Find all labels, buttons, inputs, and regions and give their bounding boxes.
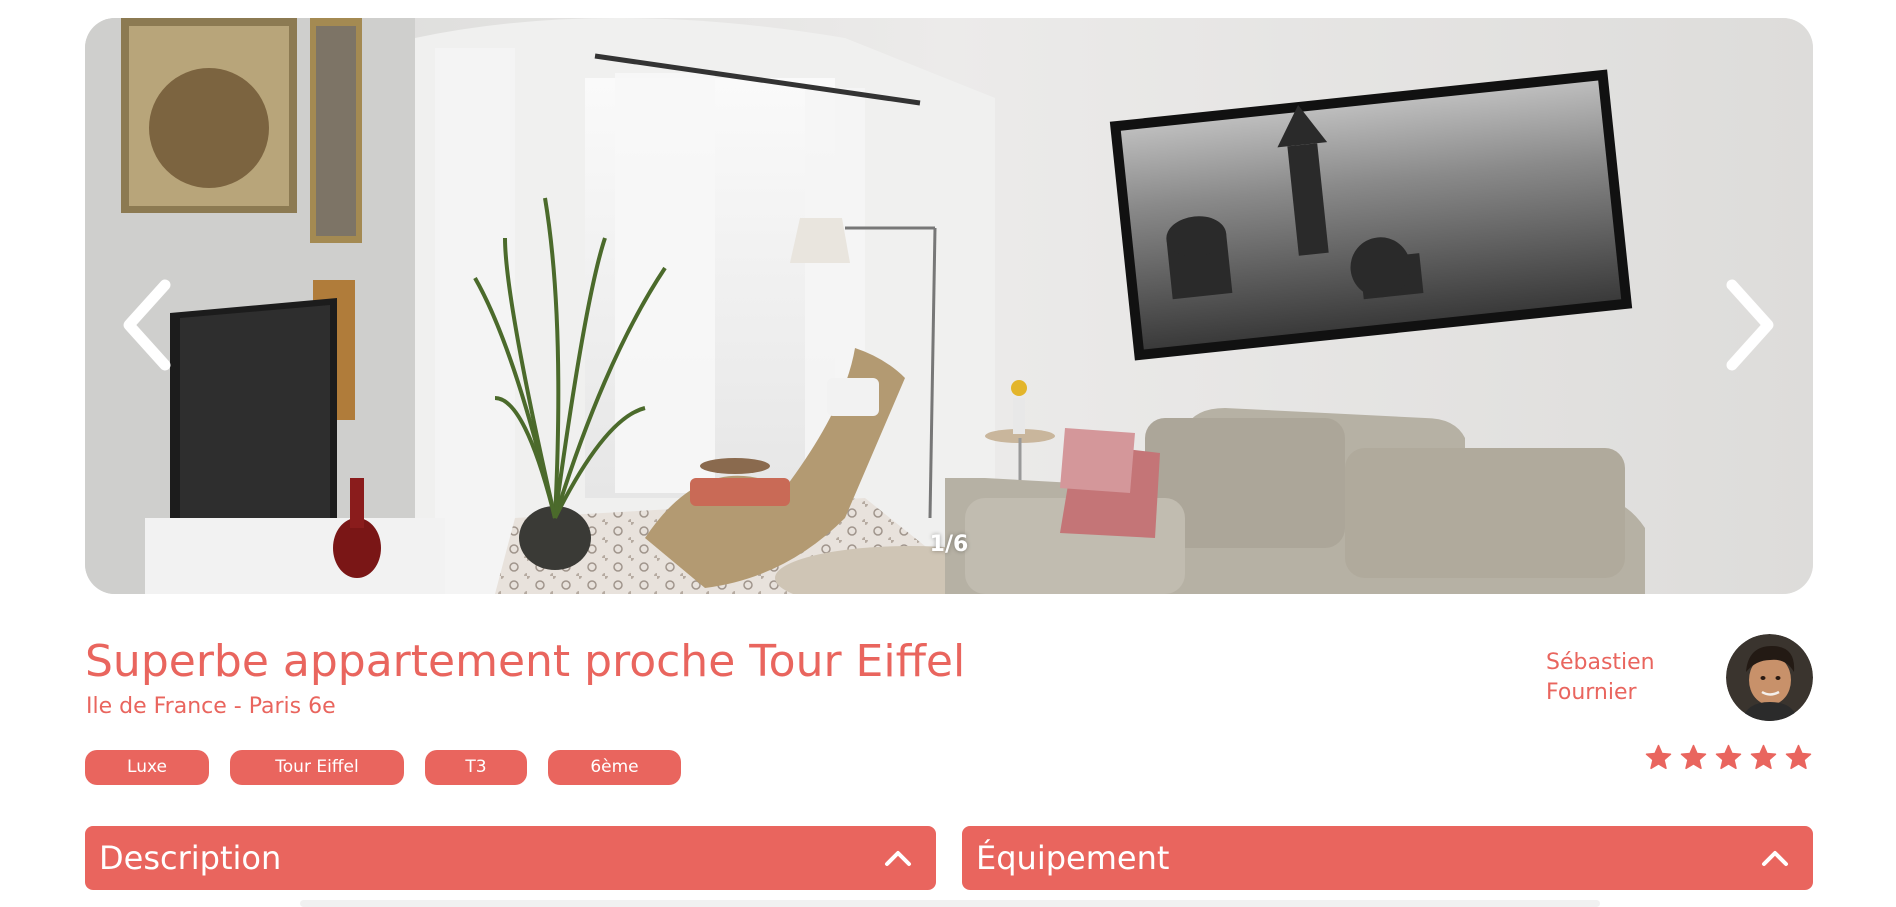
chevron-right-icon <box>1726 279 1774 371</box>
photo-counter: 1/6 <box>929 532 969 557</box>
star-icon <box>1750 744 1777 771</box>
star-icon <box>1645 744 1672 771</box>
star-icon <box>1785 744 1812 771</box>
previous-photo-button[interactable] <box>107 270 187 380</box>
rating-stars <box>1645 744 1812 771</box>
tag: 6ème <box>548 750 681 785</box>
description-label: Description <box>99 839 282 877</box>
listing-page: 1/6 Superbe appartement proche Tour Eiff… <box>0 0 1896 907</box>
section-content-edge <box>300 900 1600 907</box>
tag: T3 <box>425 750 527 785</box>
listing-title: Superbe appartement proche Tour Eiffel <box>85 636 966 687</box>
equipment-label: Équipement <box>976 839 1170 877</box>
star-icon <box>1680 744 1707 771</box>
host-name: Sébastien Fournier <box>1546 650 1655 705</box>
tag: Tour Eiffel <box>230 750 404 785</box>
host-avatar <box>1726 634 1813 721</box>
tag-list: Luxe Tour Eiffel T3 6ème <box>85 750 681 785</box>
apartment-photo <box>85 18 1813 594</box>
equipment-collapse[interactable]: Équipement <box>962 826 1813 890</box>
chevron-up-icon[interactable] <box>884 848 912 868</box>
chevron-up-icon[interactable] <box>1761 848 1789 868</box>
description-collapse[interactable]: Description <box>85 826 936 890</box>
tag: Luxe <box>85 750 209 785</box>
next-photo-button[interactable] <box>1710 270 1790 380</box>
star-icon <box>1715 744 1742 771</box>
photo-carousel[interactable]: 1/6 <box>85 18 1813 594</box>
listing-location: Ile de France - Paris 6e <box>86 694 336 719</box>
chevron-left-icon <box>123 279 171 371</box>
